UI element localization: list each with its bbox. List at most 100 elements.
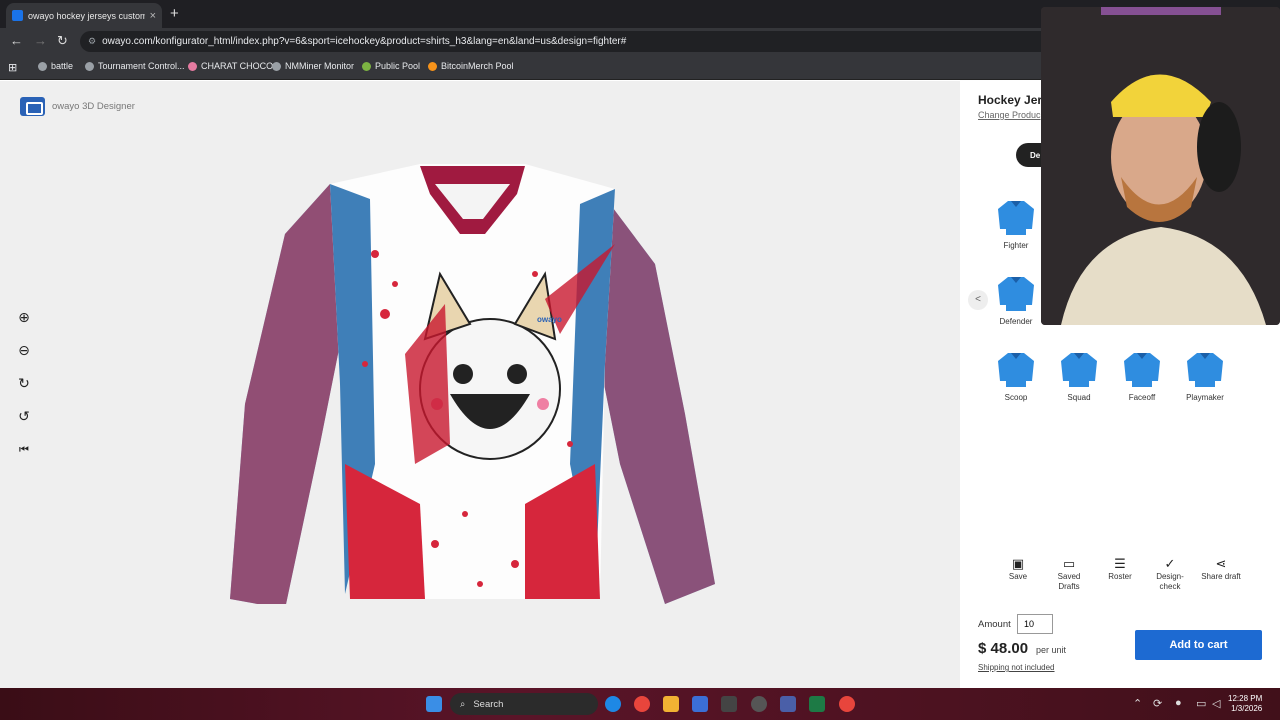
browser-tab[interactable]: owayo hockey jerseys custom de × — [6, 3, 162, 28]
model-option[interactable]: Fighter — [985, 199, 1047, 250]
start-icon[interactable] — [426, 696, 442, 712]
app-icon[interactable] — [751, 696, 767, 712]
model-option[interactable]: Scoop — [985, 351, 1047, 402]
bookmark-icon — [38, 61, 47, 71]
brand: owayo 3D Designer — [20, 97, 135, 116]
sync-icon[interactable]: ⟳ — [1153, 697, 1162, 710]
network-icon[interactable]: ▭ — [1196, 697, 1206, 710]
rotate-left-icon[interactable]: ↺ — [14, 406, 34, 426]
clock[interactable]: 12:28 PM 1/3/2026 — [1228, 694, 1262, 714]
favicon-icon — [12, 10, 23, 21]
forward-icon[interactable]: → — [34, 33, 47, 48]
model-label: Defender — [999, 317, 1033, 326]
roster-button[interactable]: ☰ Roster — [1097, 556, 1143, 582]
bookmark-label: NMMiner Monitor — [285, 61, 355, 71]
saved-drafts-button[interactable]: ▭ Saved Drafts — [1046, 556, 1092, 592]
reset-view-icon[interactable]: ⏮ — [14, 440, 34, 460]
model-option[interactable]: Defender — [985, 275, 1047, 326]
back-icon[interactable]: ← — [10, 33, 23, 48]
per-unit-label: per unit — [1036, 645, 1067, 655]
app-icon[interactable] — [780, 696, 796, 712]
apps-icon[interactable]: ⊞ — [8, 61, 17, 74]
bookmark-icon — [188, 61, 197, 71]
chevron-up-icon[interactable]: ⌃ — [1133, 697, 1142, 710]
add-to-cart-button[interactable]: Add to cart — [1135, 630, 1262, 660]
save-button[interactable]: ▣ Save — [995, 556, 1041, 582]
zoom-out-icon[interactable]: ⊖ — [14, 340, 34, 360]
model-label: Playmaker — [1186, 393, 1224, 402]
design-check-label: Design-check — [1156, 572, 1184, 591]
bookmark-label: Tournament Control... — [98, 61, 185, 71]
bookmark-icon — [85, 61, 94, 71]
close-tab-icon[interactable]: × — [150, 10, 156, 22]
roster-label: Roster — [1108, 572, 1132, 581]
bookmark-item[interactable]: battle — [38, 61, 73, 71]
jersey-thumbnail-icon — [998, 201, 1034, 235]
list-icon: ☰ — [1114, 556, 1126, 571]
microphone-icon[interactable]: ● — [1175, 697, 1182, 709]
bitcoin-icon — [428, 61, 437, 71]
site-info-icon[interactable]: ⚙ — [88, 36, 96, 47]
jersey-thumbnail-icon — [1061, 353, 1097, 387]
windows-taskbar: ⌕ Search ⌃ ⟳ ● ▭ ◁ 12:28 PM 1/3/2026 — [0, 688, 1280, 720]
streamer-figure — [1041, 7, 1280, 325]
bookmark-icon — [362, 61, 371, 71]
search-label: Search — [473, 698, 504, 710]
file-explorer-icon[interactable] — [663, 696, 679, 712]
design-check-button[interactable]: ✓ Design-check — [1147, 556, 1193, 592]
jersey-thumbnail-icon — [998, 353, 1034, 387]
brand-label: owayo 3D Designer — [52, 101, 135, 112]
search-icon: ⌕ — [460, 698, 466, 710]
model-option[interactable]: Squad — [1048, 351, 1110, 402]
share-draft-button[interactable]: ⋖ Share draft — [1198, 556, 1244, 582]
new-tab-button[interactable]: + — [170, 5, 179, 22]
save-label: Save — [1008, 572, 1028, 581]
volume-icon[interactable]: ◁ — [1212, 697, 1220, 710]
tab-title: owayo hockey jerseys custom de — [28, 10, 145, 21]
bookmark-item[interactable]: NMMiner Monitor — [272, 61, 354, 71]
jersey-3d-model[interactable]: owayo — [225, 164, 720, 604]
bookmark-label: CHARAT CHOCO — [201, 61, 274, 71]
share-icon: ⋖ — [1215, 556, 1227, 571]
clock-time: 12:28 PM — [1228, 694, 1263, 703]
check-circle-icon: ✓ — [1164, 556, 1176, 571]
model-option[interactable]: Playmaker — [1174, 351, 1236, 402]
bookmark-label: battle — [51, 61, 74, 71]
price: $ 48.00 — [978, 640, 1029, 657]
owayo-logo-icon — [20, 97, 45, 116]
share-draft-label: Share draft — [1201, 572, 1241, 581]
model-option[interactable]: Faceoff — [1111, 351, 1173, 402]
bookmark-item[interactable]: Tournament Control... — [85, 61, 185, 71]
model-label: Squad — [1067, 393, 1091, 402]
chrome-icon[interactable] — [634, 696, 650, 712]
jersey-thumbnail-icon — [1187, 353, 1223, 387]
amount-label: Amount — [978, 619, 1011, 630]
webcam-overlay — [1041, 7, 1280, 325]
shipping-link[interactable]: Shipping not included — [978, 663, 1055, 672]
3d-viewer[interactable]: owayo 3D Designer ⊕ ⊖ ↻ ↺ ⏮ owayo — [0, 81, 960, 688]
rotate-right-icon[interactable]: ↻ — [14, 373, 34, 393]
product-title: Hockey Jer — [978, 93, 1043, 107]
bookmark-item[interactable]: CHARAT CHOCO — [188, 61, 273, 71]
chrome-icon[interactable] — [839, 696, 855, 712]
reload-icon[interactable]: ↻ — [57, 33, 68, 49]
app-icon[interactable] — [809, 696, 825, 712]
bookmark-item[interactable]: BitcoinMerch Pool — [428, 61, 514, 71]
model-label: Fighter — [1003, 241, 1029, 250]
save-icon: ▣ — [1011, 556, 1025, 571]
taskbar-search[interactable]: ⌕ Search — [450, 693, 598, 715]
bookmark-label: Public Pool — [375, 61, 421, 71]
edge-icon[interactable] — [605, 696, 621, 712]
jersey-thumbnail-icon — [1124, 353, 1160, 387]
amount-input[interactable] — [1017, 614, 1053, 634]
store-icon[interactable] — [692, 696, 708, 712]
change-product-link[interactable]: Change Produc — [978, 110, 1041, 120]
bookmark-label: BitcoinMerch Pool — [441, 61, 514, 71]
folder-icon: ▭ — [1062, 556, 1076, 571]
url-text: owayo.com/konfigurator_html/index.php?v=… — [102, 36, 627, 47]
app-icon[interactable] — [721, 696, 737, 712]
bookmark-icon — [272, 61, 281, 71]
zoom-in-icon[interactable]: ⊕ — [14, 307, 34, 327]
bookmark-item[interactable]: Public Pool — [362, 61, 420, 71]
jersey-thumbnail-icon — [998, 277, 1034, 311]
